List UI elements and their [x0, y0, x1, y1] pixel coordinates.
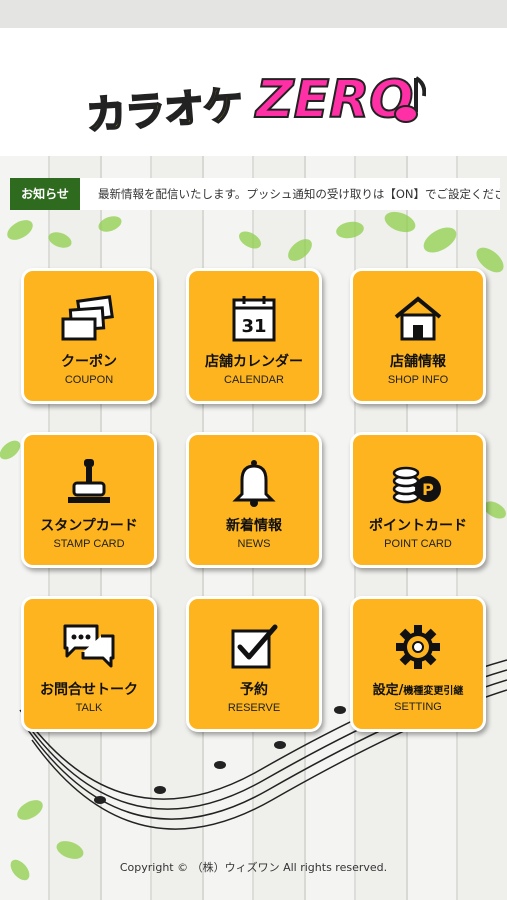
checkbox-icon [226, 619, 282, 675]
tile-title-small: 機種変更引継 [403, 686, 464, 697]
gear-icon [390, 619, 446, 675]
tile-subtitle: SETTING [394, 701, 442, 713]
tile-title: 予約 [240, 682, 268, 698]
tile-subtitle: CALENDAR [224, 374, 284, 386]
tile-subtitle: SHOP INFO [387, 374, 449, 386]
status-strip [0, 0, 507, 28]
menu-tile-coupon[interactable]: クーポン COUPON [21, 268, 157, 404]
tile-title: 店舗カレンダー [205, 354, 303, 370]
menu-tile-reserve[interactable]: 予約 RESERVE [186, 596, 322, 732]
menu-tile-talk[interactable]: お問合せトーク TALK [21, 596, 157, 732]
calendar-icon: 31 [226, 291, 282, 347]
app-logo: カラオケ ZERO [84, 69, 426, 150]
bell-icon [226, 455, 282, 511]
tile-title: 設定/機種変更引継 [373, 679, 464, 698]
copyright-footer: Copyright © （株）ウィズワン All rights reserved… [119, 861, 388, 874]
tile-subtitle: STAMP CARD [53, 538, 125, 550]
music-note-icon [394, 76, 426, 123]
coins-icon: P [390, 455, 446, 511]
notice-text: 最新情報を配信いたします。プッシュ通知の受け取りは【ON】でご設定ください。 [98, 187, 500, 201]
tile-subtitle: TALK [75, 702, 103, 714]
tile-title: スタンプカード [40, 518, 138, 534]
tile-subtitle: COUPON [64, 374, 114, 386]
tile-title: お問合せトーク [40, 682, 138, 698]
stamp-icon [61, 455, 117, 511]
calendar-day-text: 31 [241, 316, 266, 337]
menu-tile-shop-info[interactable]: 店舗情報 SHOP INFO [350, 268, 486, 404]
tile-title: 新着情報 [226, 518, 282, 534]
tile-title-main: 設定/ [372, 683, 404, 698]
logo-kana-text: カラオケ [84, 82, 245, 141]
tile-subtitle: POINT CARD [384, 538, 452, 550]
menu-tile-calendar[interactable]: 31 店舗カレンダー CALENDAR [186, 268, 322, 404]
tile-title: ポイントカード [369, 518, 467, 534]
point-letter-text: P [422, 480, 434, 499]
shop-icon [390, 291, 446, 347]
tile-subtitle: RESERVE [227, 702, 281, 714]
tile-subtitle: NEWS [237, 538, 271, 550]
notice-badge: お知らせ [10, 178, 80, 210]
menu-tile-setting[interactable]: 設定/機種変更引継 SETTING [350, 596, 486, 732]
menu-tile-stamp-card[interactable]: スタンプカード STAMP CARD [21, 432, 157, 568]
menu-tile-point-card[interactable]: P ポイントカード POINT CARD [350, 432, 486, 568]
tile-title: クーポン [61, 354, 117, 370]
menu-tile-news[interactable]: 新着情報 NEWS [186, 432, 322, 568]
tile-title: 店舗情報 [390, 354, 446, 370]
notice-bar[interactable]: お知らせ 最新情報を配信いたします。プッシュ通知の受け取りは【ON】でご設定くだ… [10, 178, 500, 210]
chat-icon [61, 619, 117, 675]
coupon-icon [61, 291, 117, 347]
